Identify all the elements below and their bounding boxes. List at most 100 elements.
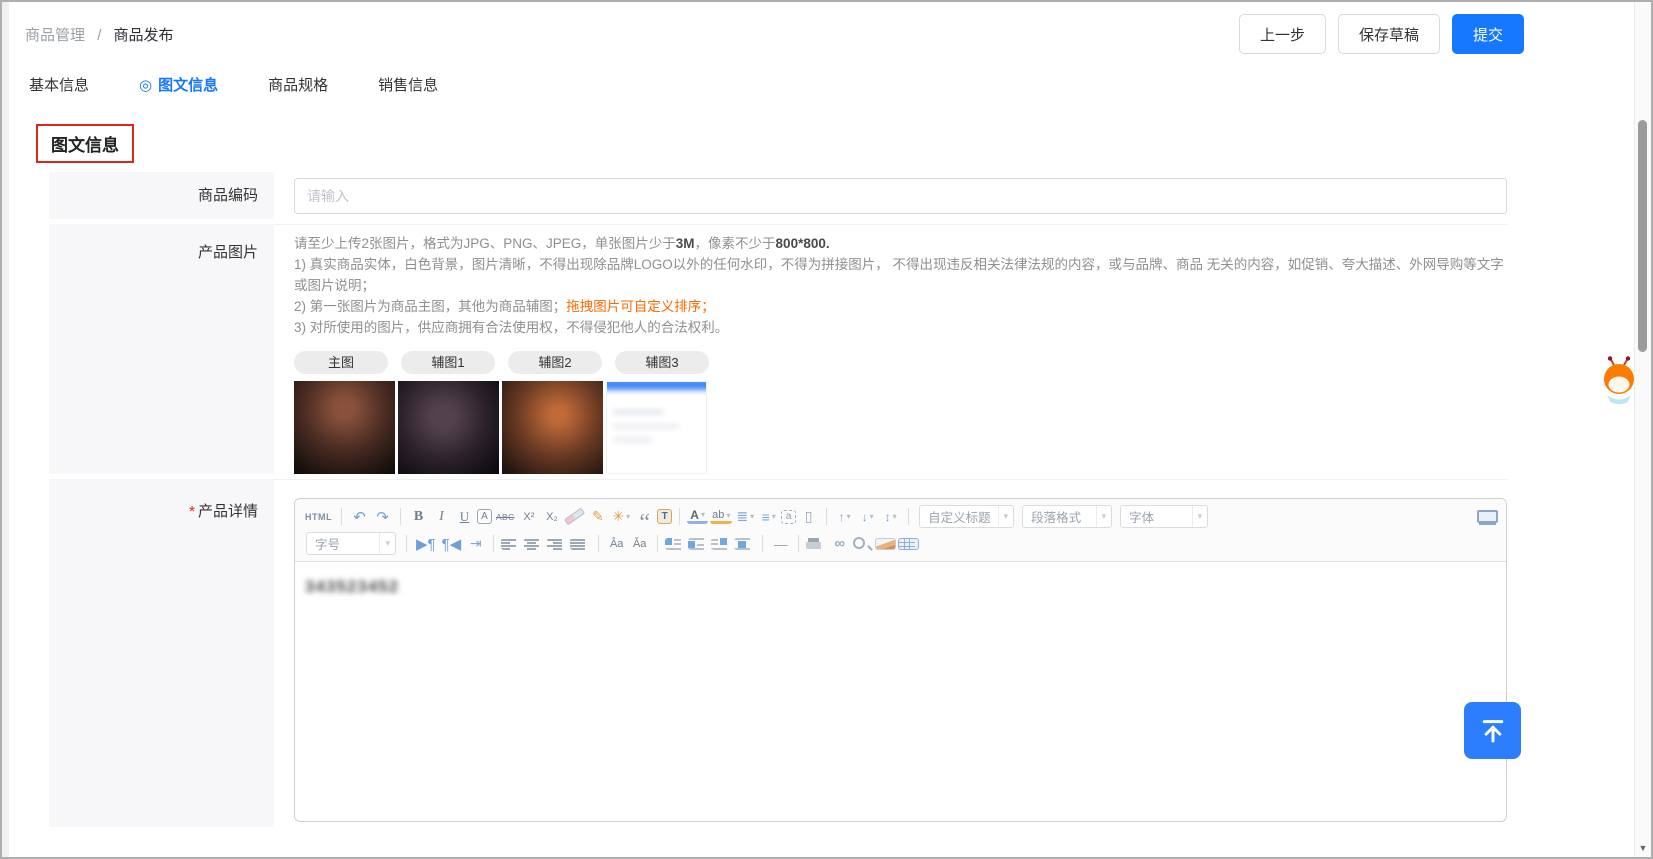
image-float-left-icon[interactable]: [665, 538, 686, 550]
image-thumbnail[interactable]: [502, 381, 603, 474]
align-justify-icon[interactable]: [570, 538, 591, 550]
align-right-icon[interactable]: [547, 538, 568, 550]
toolbar-separator: [341, 508, 342, 525]
paragraph-spacing-top-icon[interactable]: ↑: [834, 506, 855, 527]
editor-content-area[interactable]: 343523452: [295, 562, 1506, 612]
chevron-down-icon: ▾: [998, 506, 1014, 527]
image-thumbnail[interactable]: [294, 381, 395, 474]
print-icon[interactable]: [806, 538, 827, 549]
tab-label: 基本信息: [29, 74, 89, 95]
tab-spec[interactable]: 商品规格: [268, 74, 328, 95]
tab-sale[interactable]: 销售信息: [378, 74, 438, 95]
font-size-select[interactable]: 字号▾: [306, 532, 396, 555]
align-center-icon[interactable]: [524, 538, 545, 550]
align-left-icon[interactable]: [501, 538, 522, 550]
image-inline-icon[interactable]: [688, 538, 709, 550]
breadcrumb-product-management[interactable]: 商品管理: [25, 27, 85, 44]
ltr-paragraph-icon[interactable]: ▶¶: [414, 533, 438, 554]
search-replace-icon[interactable]: [852, 536, 873, 551]
product-code-input[interactable]: [294, 178, 1507, 214]
toolbar-separator: [679, 508, 680, 525]
step-tabbar: 基本信息 ◎图文信息 商品规格 销售信息: [29, 74, 438, 95]
line-height-icon[interactable]: ↕: [880, 506, 901, 527]
product-detail-label: *产品详情: [49, 479, 274, 827]
to-uppercase-icon[interactable]: Âa: [606, 533, 627, 554]
tip-text: 800*800: [776, 236, 826, 251]
format-painter-icon[interactable]: ✎: [587, 506, 608, 527]
mascot-graphic: [1601, 356, 1634, 406]
blockquote-icon[interactable]: “: [634, 506, 655, 527]
insert-table-icon[interactable]: [898, 538, 919, 550]
fullscreen-preview-icon[interactable]: [1477, 510, 1498, 523]
paste-word-icon[interactable]: T: [657, 509, 672, 524]
editor-toolbar-row2: 字号▾ ▶¶¶◀⇥ ÂaǍa — ∞: [303, 530, 1498, 557]
tip-text: 拖拽图片可自定义排序；: [566, 299, 715, 314]
service-mascot-icon[interactable]: [1601, 356, 1634, 406]
italic-icon[interactable]: I: [431, 506, 452, 527]
product-publish-page: 商品管理 / 商品发布 上一步 保存草稿 提交 基本信息◎图文信息商品规格销售信…: [9, 2, 1634, 857]
thumbnail-picture: [606, 381, 707, 474]
image-thumbnail[interactable]: [398, 381, 499, 474]
link-icon[interactable]: ∞: [829, 533, 850, 554]
product-code-row: 商品编码: [49, 172, 1507, 219]
back-to-top-button[interactable]: [1464, 702, 1521, 759]
image-float-right-icon[interactable]: [711, 538, 732, 550]
chevron-down-icon: ▾: [1192, 506, 1208, 527]
image-rules-line: 1) 真实商品实体，白色背景，图片清晰，不得出现除品牌LOGO以外的任何水印，不…: [294, 254, 1507, 296]
save-draft-button[interactable]: 保存草稿: [1338, 14, 1440, 54]
insert-image-icon[interactable]: [875, 538, 896, 550]
section-title: 图文信息: [36, 124, 134, 163]
tip-text: 请至少上传2张图片，格式为JPG、PNG、JPEG，单张图片少于: [294, 236, 676, 251]
image-block-icon[interactable]: [734, 538, 755, 550]
toolbar-separator: [598, 535, 599, 552]
font-color-icon[interactable]: A: [687, 509, 708, 524]
paragraph-spacing-bottom-icon[interactable]: ↓: [857, 506, 878, 527]
undo-icon[interactable]: ↶: [349, 506, 370, 527]
new-document-icon[interactable]: ▯: [798, 506, 819, 527]
font-family-select[interactable]: 字体 ▾: [1120, 505, 1208, 528]
product-detail-row: *产品详情 HTML↶↷BIUAABCX²X₂✎✳“TAab≣≡a▯↑↓↕自定义…: [49, 479, 1507, 827]
anchor-icon[interactable]: a: [781, 510, 796, 524]
tab-media[interactable]: ◎图文信息: [139, 74, 218, 95]
subscript-icon[interactable]: X₂: [541, 506, 562, 527]
active-tab-marker-icon: ◎: [139, 76, 152, 94]
breadcrumb-separator: /: [97, 27, 101, 44]
dropdown-label: 字体: [1129, 507, 1154, 526]
submit-button[interactable]: 提交: [1452, 14, 1524, 54]
product-images-label: 产品图片: [49, 224, 274, 474]
breadcrumb-product-publish: 商品发布: [114, 27, 174, 44]
indent-icon[interactable]: ⇥: [465, 533, 486, 554]
chevron-down-icon: ▾: [379, 533, 395, 554]
horizontal-rule-icon[interactable]: —: [770, 533, 791, 554]
scrollbar-down-arrow[interactable]: ▼: [1635, 843, 1651, 853]
product-detail-cell: HTML↶↷BIUAABCX²X₂✎✳“TAab≣≡a▯↑↓↕自定义标题▾段落格…: [274, 479, 1507, 827]
highlight-color-icon[interactable]: ab: [710, 510, 732, 524]
auto-typeset-icon[interactable]: ✳: [610, 506, 632, 527]
superscript-icon[interactable]: X²: [518, 506, 539, 527]
paragraph-format-select[interactable]: 段落格式▾: [1022, 505, 1112, 528]
scrollbar-thumb[interactable]: [1638, 120, 1647, 352]
bold-icon[interactable]: B: [408, 506, 429, 527]
toolbar-separator: [798, 535, 799, 552]
strikethrough-icon[interactable]: ABC: [494, 506, 516, 527]
remove-format-icon[interactable]: [564, 508, 585, 526]
image-thumbnail[interactable]: [606, 381, 707, 474]
underline-icon[interactable]: U: [454, 506, 475, 527]
editor-toolbar: HTML↶↷BIUAABCX²X₂✎✳“TAab≣≡a▯↑↓↕自定义标题▾段落格…: [295, 499, 1506, 562]
toolbar-separator: [908, 508, 909, 525]
product-detail-label-text: 产品详情: [198, 503, 258, 520]
redo-icon[interactable]: ↷: [372, 506, 393, 527]
custom-title-select[interactable]: 自定义标题▾: [919, 505, 1014, 528]
vertical-scrollbar[interactable]: ▼: [1634, 2, 1651, 857]
tab-basic[interactable]: 基本信息: [29, 74, 89, 95]
bullet-list-icon[interactable]: ≡: [758, 506, 779, 527]
previous-step-button[interactable]: 上一步: [1239, 14, 1326, 54]
to-lowercase-icon[interactable]: Ǎa: [629, 533, 650, 554]
html-source-button[interactable]: HTML: [303, 506, 334, 527]
product-code-cell: [274, 172, 1507, 219]
ordered-list-icon[interactable]: ≣: [734, 506, 756, 527]
toolbar-separator: [762, 535, 763, 552]
char-border-icon[interactable]: A: [477, 509, 492, 524]
rtl-paragraph-icon[interactable]: ¶◀: [440, 533, 464, 554]
tip-text: 3M: [676, 236, 695, 251]
